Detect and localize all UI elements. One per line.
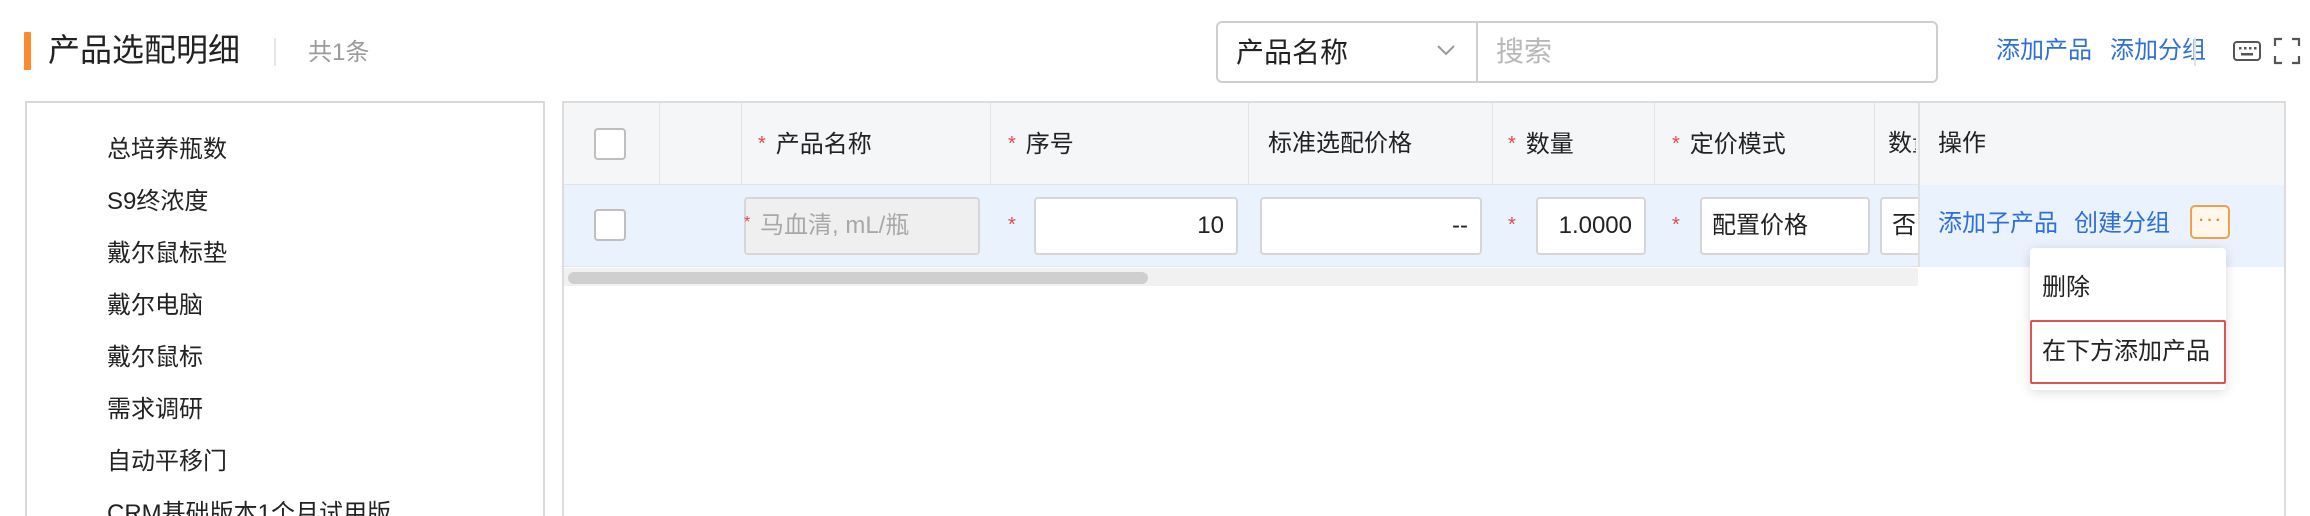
column-header-actions: 操作 [1938,130,1986,157]
list-item[interactable]: 总培养瓶数 [107,134,227,166]
add-product-button[interactable]: 添加产品 [1996,34,2092,68]
standard-price-field[interactable]: -- [1260,197,1482,255]
column-divider [741,103,742,185]
header: 产品选配明细 共1条 产品名称 添加产品 添加分组 [0,0,2310,100]
required-mark: * [1008,214,1016,236]
column-divider [990,103,991,185]
title-divider [274,38,276,66]
product-name-field: 马血清, mL/瓶 [744,197,980,255]
column-divider [1874,103,1875,185]
required-mark: * [1508,133,1516,155]
fullscreen-icon[interactable] [2272,36,2302,66]
search-group: 产品名称 [1216,21,1938,83]
column-header-seq[interactable]: * 序号 [1008,103,1074,185]
title-accent-bar [24,32,31,70]
search-field-value: 产品名称 [1236,37,1349,68]
column-header-label: 标准选配价格 [1268,130,1412,157]
toolbar-divider [2194,38,2196,66]
required-mark: * [1672,133,1680,155]
column-header-quantity[interactable]: * 数量 [1508,103,1574,185]
keyboard-icon[interactable] [2232,36,2262,66]
search-field-select[interactable]: 产品名称 [1218,23,1478,81]
column-divider [1654,103,1655,185]
record-count: 共1条 [308,39,370,66]
column-header-standard-price[interactable]: 标准选配价格 [1268,103,1412,185]
required-mark: * [1508,214,1516,236]
pricing-mode-select[interactable]: 配置价格 [1700,197,1870,255]
scrollbar-thumb[interactable] [568,272,1148,284]
menu-item-delete[interactable]: 删除 [2030,256,2226,320]
column-header-label: 序号 [1025,131,1074,158]
column-header-product-name[interactable]: * 产品名称 [758,103,872,185]
search-input[interactable] [1478,23,1936,81]
add-group-button[interactable]: 添加分组 [2110,34,2206,68]
required-mark: * [758,133,766,155]
column-header-pricing-mode[interactable]: * 定价模式 [1672,103,1786,185]
column-divider [1248,103,1249,185]
actions-column: 操作 添加子产品 创建分组 ··· [1918,103,2284,267]
more-actions-menu: 删除 在下方添加产品 [2030,248,2226,390]
horizontal-scrollbar[interactable] [564,268,1918,286]
column-header-label: 数量 [1888,130,1916,157]
select-all-checkbox[interactable] [594,128,626,160]
create-group-link[interactable]: 创建分组 [2074,207,2170,241]
product-list-panel: 总培养瓶数 S9终浓度 戴尔鼠标垫 戴尔电脑 戴尔鼠标 需求调研 自动平移门 C… [25,101,545,516]
column-header-label: 数量 [1525,131,1574,158]
list-item[interactable]: 戴尔电脑 [107,290,203,322]
seq-input[interactable]: 10 [1034,197,1238,255]
column-header-label: 定价模式 [1689,131,1786,158]
required-mark: * [1672,214,1680,236]
list-item[interactable]: 自动平移门 [107,446,227,478]
product-table: *产品名称 *序号 标准选配价格 *数量 *定价模式 数量 马血清, mL/瓶 … [562,101,2286,516]
list-item[interactable]: CRM基础版本1个月试用版 [107,498,391,516]
add-child-product-link[interactable]: 添加子产品 [1938,207,2058,241]
column-header-truncated[interactable]: 数量 [1888,103,1916,185]
list-item[interactable]: S9终浓度 [107,186,208,218]
chevron-down-icon [1437,45,1455,56]
page-title: 产品选配明细 [48,32,241,68]
list-item[interactable]: 需求调研 [107,394,203,426]
quantity-input[interactable]: 1.0000 [1536,197,1646,255]
menu-item-add-product-below[interactable]: 在下方添加产品 [2030,320,2226,384]
required-mark: * [744,214,751,231]
column-divider [659,103,660,185]
list-item[interactable]: 戴尔鼠标垫 [107,238,227,270]
list-item[interactable]: 戴尔鼠标 [107,342,203,374]
column-divider [1492,103,1493,185]
more-actions-button[interactable]: ··· [2190,205,2230,239]
required-mark: * [1008,133,1016,155]
row-checkbox[interactable] [594,209,626,241]
column-header-label: 产品名称 [775,131,872,158]
